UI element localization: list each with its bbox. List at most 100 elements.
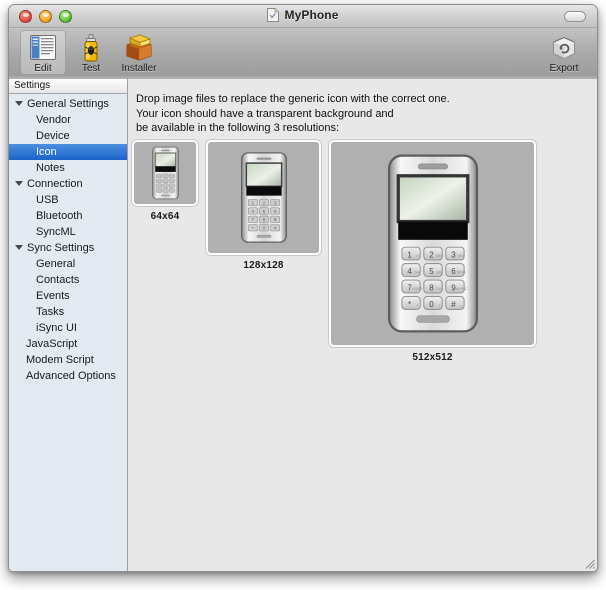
edit-document-icon — [29, 33, 57, 62]
svg-text:1: 1 — [407, 250, 412, 259]
sidebar-item-label: Sync Settings — [27, 242, 95, 254]
sidebar-item-device[interactable]: Device — [9, 128, 127, 144]
sidebar-item-modem-script[interactable]: Modem Script — [9, 352, 127, 368]
phone-icon — [151, 146, 179, 200]
svg-text:5: 5 — [429, 267, 434, 276]
toolbar-button-test[interactable]: Test — [68, 30, 114, 75]
sidebar-item-label: Tasks — [36, 306, 65, 318]
sidebar-item-label: Modem Script — [26, 354, 94, 366]
dropzone-target-128[interactable]: 123 456 789 * 0 # — [206, 140, 321, 255]
svg-text:4: 4 — [407, 267, 412, 276]
svg-text:#: # — [451, 300, 456, 309]
close-button[interactable] — [19, 10, 32, 23]
sidebar-item-sync-settings[interactable]: Sync Settings — [9, 240, 127, 256]
svg-text:JKL: JKL — [436, 271, 442, 275]
sidebar-item-advanced-options[interactable]: Advanced Options — [9, 368, 127, 384]
sidebar-item-label: Bluetooth — [36, 210, 83, 222]
svg-text:6: 6 — [451, 267, 456, 276]
svg-text:2: 2 — [429, 250, 434, 259]
sidebar-item-notes[interactable]: Notes — [9, 160, 127, 176]
document-icon — [267, 8, 280, 22]
icon-dropzone-row: 64x64 1 2 3 4 5 6 7 8 9 * 0 # 128x128 1 … — [132, 140, 536, 363]
toolbar-button-edit[interactable]: Edit — [20, 30, 66, 75]
instructions-line-3: be available in the following 3 resoluti… — [136, 122, 340, 134]
icon-settings-pane: Drop image files to replace the generic … — [128, 79, 597, 571]
sidebar-item-label: USB — [36, 194, 59, 206]
sidebar-item-label: Events — [36, 290, 70, 302]
phone-icon: 123 456 789 * 0 # — [240, 152, 287, 243]
toolbar-label-export: Export — [549, 63, 579, 74]
icon-dropzone-64: 64x64 — [132, 140, 198, 222]
svg-text:0: 0 — [429, 300, 434, 309]
sidebar-item-label: SyncML — [36, 226, 76, 238]
sidebar-item-general[interactable]: General — [9, 256, 127, 272]
toolbar-button-installer[interactable]: Installer — [116, 30, 162, 75]
package-box-icon — [124, 33, 154, 62]
zoom-button[interactable] — [59, 10, 72, 23]
svg-text:TUV: TUV — [435, 287, 443, 291]
svg-text:+: + — [438, 303, 440, 307]
svg-text:WXYZ: WXYZ — [455, 287, 466, 291]
window-body: Settings General Settings Vendor Device Ico… — [9, 79, 597, 571]
sidebar-item-list[interactable]: General Settings Vendor Device Icon Notes Con… — [9, 94, 127, 571]
sidebar-item-javascript[interactable]: JavaScript — [9, 336, 127, 352]
sidebar-item-bluetooth[interactable]: Bluetooth — [9, 208, 127, 224]
icon-dropzone-512: 123 456 789 * 0 # ∞ ABC DEF GHI JKL MNO PQRS TU… — [329, 140, 536, 363]
disclosure-triangle-icon[interactable] — [15, 244, 24, 253]
toolbar-label-edit: Edit — [34, 63, 52, 74]
zone-label-128: 128x128 — [243, 260, 284, 271]
svg-text:∞: ∞ — [415, 254, 418, 258]
sidebar-item-label: General — [36, 258, 76, 270]
toolbar-toggle-button[interactable] — [564, 11, 586, 22]
window-title-group: MyPhone — [9, 8, 597, 22]
sidebar-item-usb[interactable]: USB — [9, 192, 127, 208]
svg-text:8: 8 — [429, 283, 434, 292]
sidebar-item-vendor[interactable]: Vendor — [9, 112, 127, 128]
toolbar-export-group: Export — [541, 30, 587, 75]
minimize-button[interactable] — [39, 10, 52, 23]
sidebar-item-label: Notes — [36, 162, 65, 174]
dropzone-target-512[interactable]: 123 456 789 * 0 # ∞ ABC DEF GHI JKL MNO PQRS TU… — [329, 140, 536, 347]
instructions-line-1: Drop image files to replace the generic … — [136, 93, 450, 105]
sidebar-item-label: Connection — [27, 178, 83, 190]
phone-icon: 123 456 789 * 0 # ∞ ABC DEF GHI JKL MNO PQRS TU… — [387, 154, 478, 333]
disclosure-triangle-icon[interactable] — [15, 100, 24, 109]
sidebar-item-icon[interactable]: Icon — [9, 144, 127, 160]
sidebar-item-label: iSync UI — [36, 322, 77, 334]
svg-text:↲: ↲ — [415, 303, 418, 307]
export-box-icon — [550, 33, 578, 62]
toolbar-items: Edit Test Installer — [20, 30, 162, 75]
sidebar-item-tasks[interactable]: Tasks — [9, 304, 127, 320]
instructions-text: Drop image files to replace the generic … — [136, 92, 450, 136]
disclosure-triangle-icon[interactable] — [15, 180, 24, 189]
window-title: MyPhone — [284, 8, 339, 22]
sidebar-item-contacts[interactable]: Contacts — [9, 272, 127, 288]
zone-label-64: 64x64 — [150, 211, 180, 222]
settings-sidebar: Settings General Settings Vendor Device Ico… — [9, 79, 128, 571]
sidebar-item-label: General Settings — [27, 98, 109, 110]
spray-can-bug-icon — [82, 33, 100, 62]
sidebar-item-events[interactable]: Events — [9, 288, 127, 304]
application-window: MyPhone Edit Test Installer Export Setti… — [8, 4, 598, 572]
sidebar-item-isync-ui[interactable]: iSync UI — [9, 320, 127, 336]
svg-text:PQRS: PQRS — [412, 287, 423, 291]
sidebar-item-connection[interactable]: Connection — [9, 176, 127, 192]
sidebar-header: Settings — [9, 79, 127, 94]
sidebar-item-label: Vendor — [36, 114, 71, 126]
dropzone-target-64[interactable] — [132, 140, 198, 206]
toolbar-button-export[interactable]: Export — [541, 30, 587, 75]
svg-text:3: 3 — [451, 250, 456, 259]
sidebar-item-label: Contacts — [36, 274, 80, 286]
zone-label-512: 512x512 — [412, 352, 453, 363]
resize-grip[interactable] — [582, 556, 596, 570]
window-titlebar[interactable]: MyPhone — [9, 5, 597, 28]
main-toolbar: Edit Test Installer Export — [9, 28, 597, 80]
sidebar-item-label: JavaScript — [26, 338, 78, 350]
sidebar-item-syncml[interactable]: SyncML — [9, 224, 127, 240]
svg-text:DEF: DEF — [457, 254, 465, 258]
sidebar-item-general-settings[interactable]: General Settings — [9, 96, 127, 112]
icon-dropzone-128: 123 456 789 * 0 # 128x128 — [206, 140, 321, 271]
sidebar-item-label: Advanced Options — [26, 370, 116, 382]
sidebar-item-label: Device — [36, 130, 70, 142]
svg-text:*: * — [408, 300, 411, 309]
